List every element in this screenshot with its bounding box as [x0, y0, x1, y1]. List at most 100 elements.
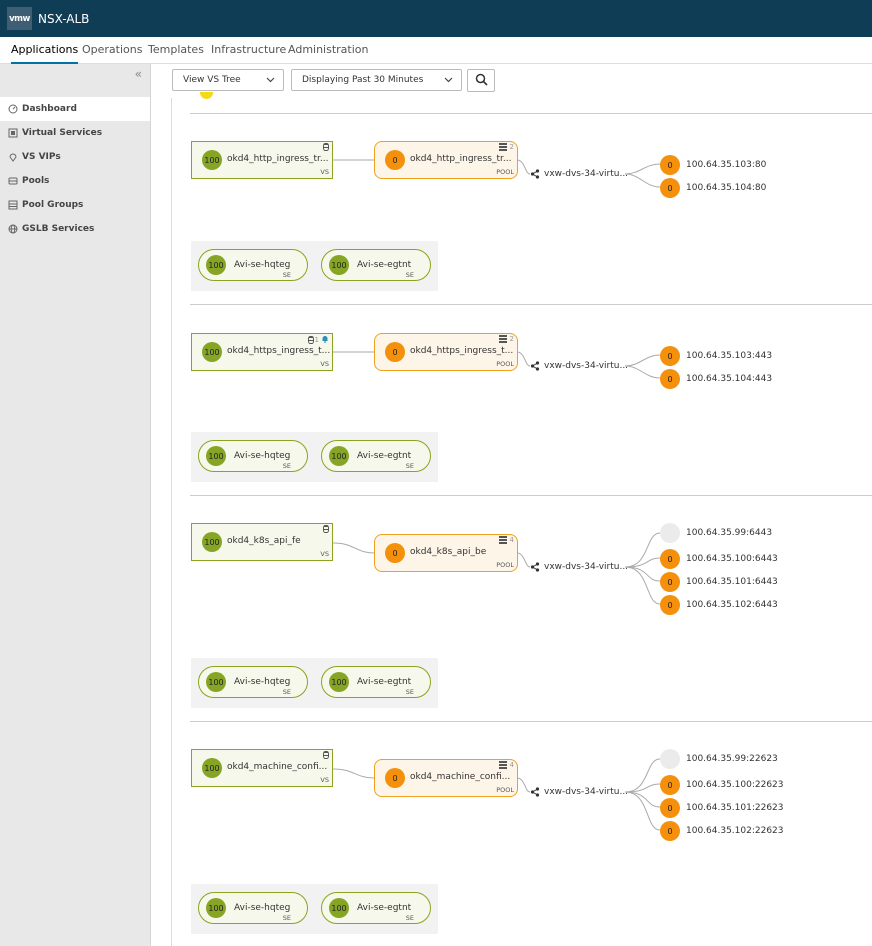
network-icon: [530, 787, 540, 797]
node-type-label: SE: [282, 914, 291, 922]
server-address: 100.64.35.100:6443: [686, 554, 778, 564]
se-name: Avi-se-hqteg: [234, 451, 291, 461]
top-header-bar: vmw NSX-ALB: [0, 0, 872, 37]
health-score: 0: [660, 178, 680, 198]
database-icon: [307, 336, 314, 344]
tab-templates[interactable]: Templates: [148, 43, 204, 64]
pool-node[interactable]: 0 okd4_k8s_api_be 4 POOL: [374, 534, 518, 572]
node-type-label: POOL: [496, 561, 514, 569]
health-score: 0: [660, 346, 680, 366]
se-name: Avi-se-hqteg: [234, 677, 291, 687]
pool-node[interactable]: 0 okd4_https_ingress_t... 2 POOL: [374, 333, 518, 371]
health-score: 100: [202, 342, 222, 362]
health-score: [660, 749, 680, 769]
pool-node[interactable]: 0 okd4_http_ingress_tr... 2 POOL: [374, 141, 518, 179]
sidebar-item-virtual-services[interactable]: Virtual Services: [0, 121, 150, 145]
health-score: 100: [329, 446, 349, 466]
vs-node[interactable]: 100 okd4_machine_confi... VS: [191, 749, 333, 787]
pool-group-icon: [8, 200, 18, 210]
database-icon: [323, 525, 329, 533]
se-name: Avi-se-egtnt: [357, 677, 412, 687]
pool-icon: [8, 176, 18, 186]
vs-node[interactable]: 100 okd4_https_ingress_t... 1 VS: [191, 333, 333, 371]
node-type-label: SE: [405, 688, 414, 696]
health-score: 0: [660, 155, 680, 175]
server-address: 100.64.35.101:22623: [686, 803, 784, 813]
se-name: Avi-se-egtnt: [357, 260, 412, 270]
network-name[interactable]: vxw-dvs-34-virtu...: [544, 787, 628, 797]
service-engine-group: 100 Avi-se-hqteg SE 100 Avi-se-egtnt SE: [191, 241, 438, 291]
health-score: 0: [660, 775, 680, 795]
time-range-select[interactable]: Displaying Past 30 Minutes: [291, 69, 462, 91]
health-score: 0: [660, 798, 680, 818]
health-score: 100: [329, 898, 349, 918]
node-type-label: SE: [282, 462, 291, 470]
database-icon: [323, 143, 329, 151]
location-pin-icon: [8, 152, 18, 162]
tab-applications[interactable]: Applications: [11, 43, 79, 64]
health-score: 0: [385, 768, 405, 788]
alert-count: 1: [314, 336, 319, 344]
service-engine-group: 100 Avi-se-hqteg SE 100 Avi-se-egtnt SE: [191, 658, 438, 708]
tab-administration[interactable]: Administration: [288, 43, 369, 64]
network-icon: [530, 169, 540, 179]
chevron-down-icon: [266, 73, 275, 90]
health-score: 0: [385, 150, 405, 170]
vs-node[interactable]: 100 okd4_http_ingress_tr... VS: [191, 141, 333, 179]
health-score: [660, 523, 680, 543]
server-stack-icon: [498, 761, 507, 769]
search-button[interactable]: [467, 69, 495, 92]
tab-operations[interactable]: Operations: [82, 43, 142, 64]
bell-icon[interactable]: [321, 335, 329, 345]
node-type-label: SE: [405, 914, 414, 922]
service-engine-node[interactable]: 100 Avi-se-hqteg SE: [198, 440, 308, 472]
pool-name: okd4_http_ingress_tr...: [410, 154, 512, 164]
health-score: 0: [660, 572, 680, 592]
se-name: Avi-se-egtnt: [357, 903, 412, 913]
node-type-label: SE: [282, 271, 291, 279]
health-score: 0: [660, 821, 680, 841]
node-type-label: POOL: [496, 360, 514, 368]
vs-name: okd4_machine_confi...: [227, 762, 328, 772]
sidebar-item-dashboard[interactable]: Dashboard: [0, 97, 150, 121]
pool-name: okd4_https_ingress_t...: [410, 346, 514, 356]
service-engine-node[interactable]: 100 Avi-se-egtnt SE: [321, 666, 431, 698]
double-chevron-left-icon[interactable]: «: [135, 67, 142, 81]
network-name[interactable]: vxw-dvs-34-virtu...: [544, 169, 628, 179]
node-type-label: SE: [405, 271, 414, 279]
server-address: 100.64.35.104:443: [686, 374, 773, 384]
service-engine-node[interactable]: 100 Avi-se-egtnt SE: [321, 892, 431, 924]
tab-infrastructure[interactable]: Infrastructure: [211, 43, 286, 64]
sidebar-item-gslb-services[interactable]: GSLB Services: [0, 217, 150, 241]
pool-node[interactable]: 0 okd4_machine_confi... 4 POOL: [374, 759, 518, 797]
service-engine-node[interactable]: 100 Avi-se-hqteg SE: [198, 892, 308, 924]
service-engine-node[interactable]: 100 Avi-se-egtnt SE: [321, 440, 431, 472]
vmware-logo[interactable]: vmw: [7, 7, 32, 30]
node-type-label: VS: [320, 550, 329, 558]
network-name[interactable]: vxw-dvs-34-virtu...: [544, 361, 628, 371]
server-count: 4: [509, 536, 514, 544]
node-type-label: SE: [405, 462, 414, 470]
server-address: 100.64.35.99:22623: [686, 754, 778, 764]
network-name[interactable]: vxw-dvs-34-virtu...: [544, 562, 628, 572]
server-stack-icon: [498, 143, 507, 151]
network-icon: [530, 361, 540, 371]
health-score: 0: [660, 595, 680, 615]
health-score: 100: [206, 255, 226, 275]
service-engine-node[interactable]: 100 Avi-se-egtnt SE: [321, 249, 431, 281]
sidebar-item-vs-vips[interactable]: VS VIPs: [0, 145, 150, 169]
service-engine-node[interactable]: 100 Avi-se-hqteg SE: [198, 249, 308, 281]
node-type-label: VS: [320, 360, 329, 368]
sidebar-item-pools[interactable]: Pools: [0, 169, 150, 193]
service-engine-node[interactable]: 100 Avi-se-hqteg SE: [198, 666, 308, 698]
server-address: 100.64.35.100:22623: [686, 780, 784, 790]
sidebar-item-pool-groups[interactable]: Pool Groups: [0, 193, 150, 217]
health-score: 100: [206, 446, 226, 466]
node-type-label: SE: [282, 688, 291, 696]
health-score: 0: [385, 342, 405, 362]
network-icon: [530, 562, 540, 572]
view-select[interactable]: View VS Tree: [172, 69, 284, 91]
server-stack-icon: [498, 536, 507, 544]
sidebar-item-label: Pools: [22, 176, 50, 186]
vs-node[interactable]: 100 okd4_k8s_api_fe VS: [191, 523, 333, 561]
